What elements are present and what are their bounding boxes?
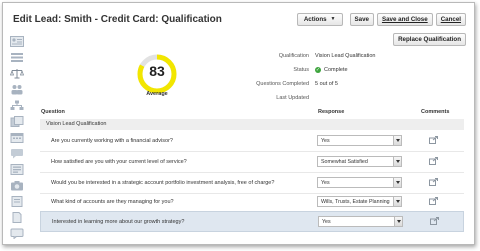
actions-label: Actions — [303, 16, 327, 23]
response-select[interactable]: Wills, Trusts, Estate Planning — [317, 196, 402, 207]
chevron-down-icon: ▼ — [330, 16, 336, 22]
profile-card-icon[interactable] — [10, 36, 24, 47]
table-row[interactable]: Would you be interested in a strategic a… — [40, 173, 464, 194]
table-row[interactable]: What kind of accounts are they managing … — [40, 192, 464, 213]
qualification-info: Qualification Vision Lead Qualification … — [233, 49, 375, 105]
qualification-label: Qualification — [278, 53, 309, 59]
column-header-comments: Comments — [421, 109, 450, 115]
calendar-icon[interactable] — [10, 132, 24, 143]
comment-icon[interactable] — [429, 157, 438, 165]
cancel-button[interactable]: Cancel — [435, 13, 466, 26]
question-text: How satisfied are you with your current … — [51, 159, 187, 165]
response-select[interactable]: Yes — [317, 135, 402, 146]
question-text: What kind of accounts are they managing … — [51, 199, 174, 205]
question-text: Would you be interested in a strategic a… — [51, 180, 275, 186]
table-row[interactable]: Are you currently working with a financi… — [40, 131, 464, 152]
table-row[interactable]: How satisfied are you with your current … — [40, 152, 464, 173]
comment-icon[interactable] — [429, 178, 438, 186]
check-circle-icon: ✓ — [315, 67, 321, 73]
contacts-icon[interactable] — [10, 164, 24, 175]
list-icon[interactable] — [10, 52, 24, 63]
last-updated-label: Last Updated — [276, 95, 309, 101]
questions-completed-value: 5 out of 5 — [315, 81, 338, 87]
page-icon[interactable] — [10, 212, 24, 223]
save-and-close-label: Save and Close — [381, 16, 428, 23]
toolbar: Actions ▼ Save Save and Close Cancel — [296, 13, 466, 26]
actions-menu-button[interactable]: Actions ▼ — [296, 13, 343, 26]
status-value: Complete — [324, 67, 348, 73]
chevron-down-icon[interactable] — [393, 178, 401, 187]
response-value: Somewhat Satisfied — [321, 158, 368, 165]
column-header-question: Question — [41, 109, 65, 115]
table-header: Question Response Comments — [40, 108, 464, 118]
chat-icon[interactable] — [10, 148, 24, 159]
page-title: Edit Lead: Smith - Credit Card: Qualific… — [13, 14, 222, 25]
question-text: Are you currently working with a financi… — [51, 138, 173, 144]
comment-icon[interactable] — [429, 136, 438, 144]
question-group-label: Vision Lead Qualification — [46, 121, 107, 127]
response-value: Yes — [321, 137, 330, 144]
message-icon[interactable] — [10, 228, 24, 239]
questions-completed-label: Questions Completed — [256, 81, 309, 87]
question-text: Interested in learning more about our gr… — [52, 219, 185, 225]
people-icon[interactable] — [10, 84, 24, 95]
response-select[interactable]: Yes — [318, 216, 403, 227]
status-row: Status ✓ Complete — [233, 63, 375, 77]
table-row-selected[interactable]: Interested in learning more about our gr… — [40, 211, 464, 232]
comment-icon[interactable] — [429, 197, 438, 205]
chevron-down-icon[interactable] — [394, 217, 402, 226]
response-value: Wills, Trusts, Estate Planning — [321, 198, 390, 205]
chevron-down-icon[interactable] — [393, 197, 401, 206]
org-chart-icon[interactable] — [10, 100, 24, 111]
sidebar — [3, 30, 31, 244]
notes-icon[interactable] — [10, 196, 24, 207]
save-and-close-button[interactable]: Save and Close — [376, 13, 433, 26]
replace-qualification-button[interactable]: Replace Qualification — [393, 33, 466, 46]
edit-lead-window: Edit Lead: Smith - Credit Card: Qualific… — [2, 2, 475, 245]
response-value: Yes — [322, 218, 331, 225]
save-button[interactable]: Save — [349, 13, 374, 26]
documents-icon[interactable] — [10, 116, 24, 127]
last-updated-row: Last Updated — [233, 91, 375, 105]
chevron-down-icon[interactable] — [393, 136, 401, 145]
score-label: Average — [146, 91, 168, 97]
response-select[interactable]: Yes — [317, 177, 402, 188]
question-group-row: Vision Lead Qualification — [40, 119, 464, 130]
response-select[interactable]: Somewhat Satisfied — [317, 156, 402, 167]
camera-icon[interactable] — [10, 180, 24, 191]
comment-icon[interactable] — [430, 217, 439, 225]
questions-completed-row: Questions Completed 5 out of 5 — [233, 77, 375, 91]
chevron-down-icon[interactable] — [393, 157, 401, 166]
status-value-wrap: ✓ Complete — [315, 67, 348, 73]
response-value: Yes — [321, 179, 330, 186]
status-label: Status — [293, 67, 309, 73]
score-value: 83 — [149, 63, 165, 79]
scales-icon[interactable] — [10, 68, 24, 79]
cancel-label: Cancel — [440, 16, 461, 23]
qualification-row: Qualification Vision Lead Qualification — [233, 49, 376, 63]
qualification-value: Vision Lead Qualification — [315, 53, 376, 59]
column-header-response: Response — [318, 109, 345, 115]
